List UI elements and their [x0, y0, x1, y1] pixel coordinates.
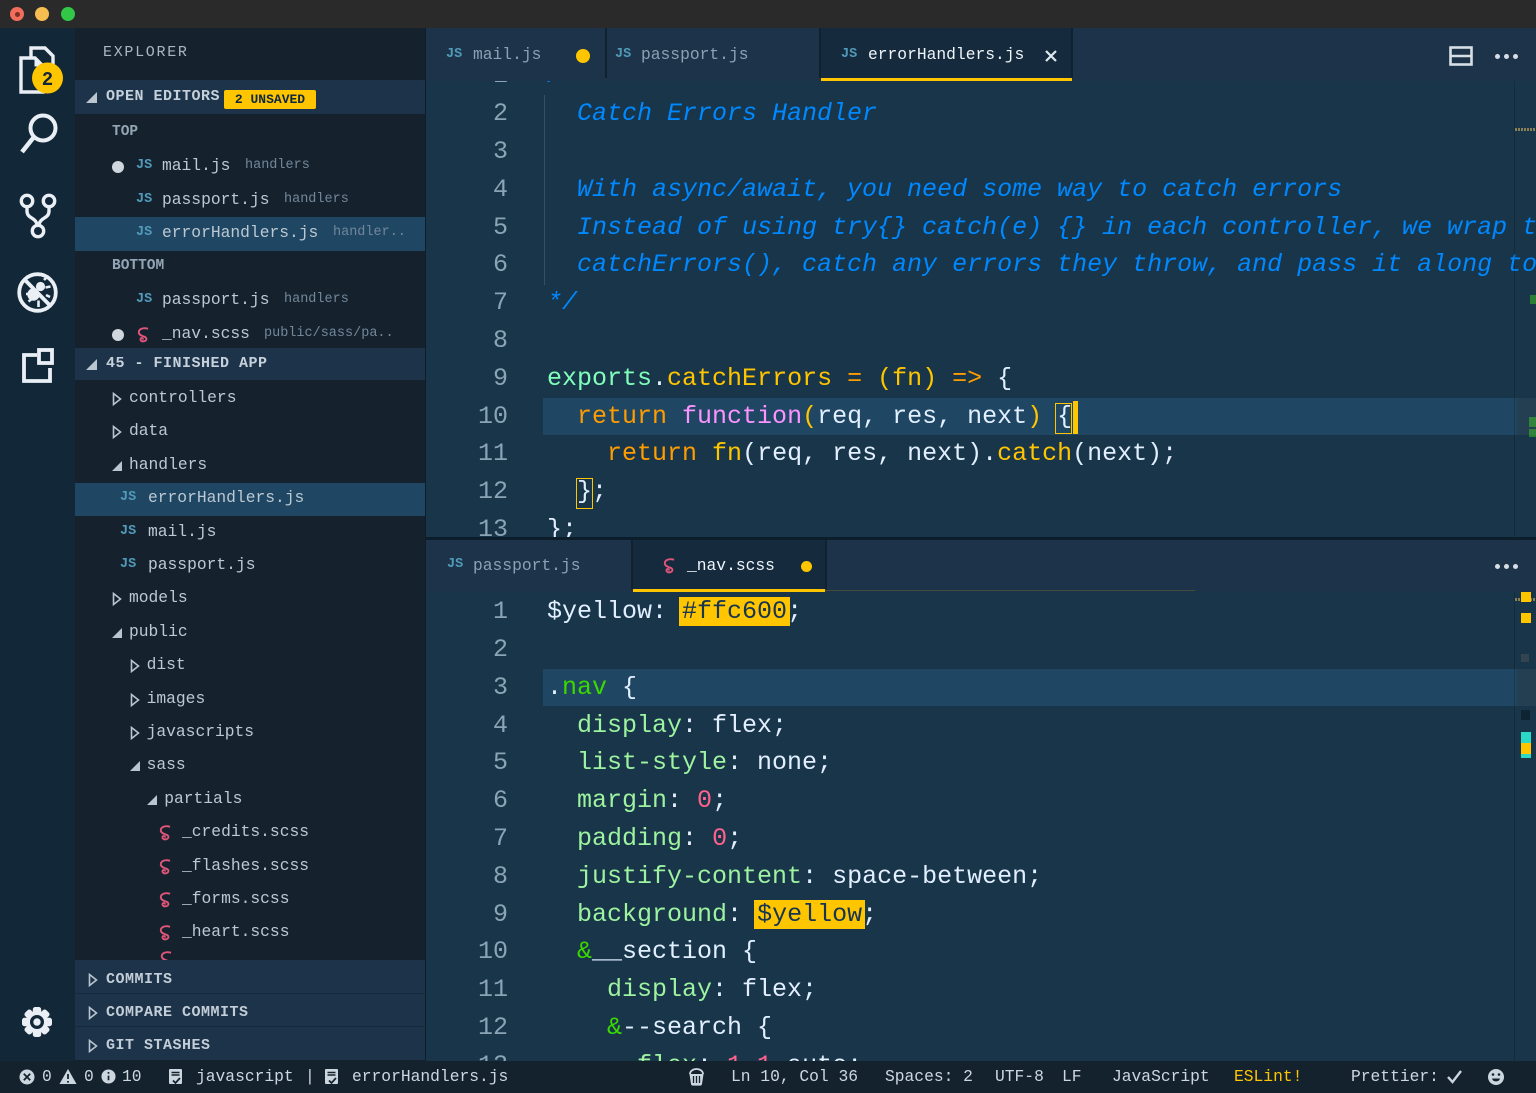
svg-text:2: 2: [42, 69, 53, 91]
